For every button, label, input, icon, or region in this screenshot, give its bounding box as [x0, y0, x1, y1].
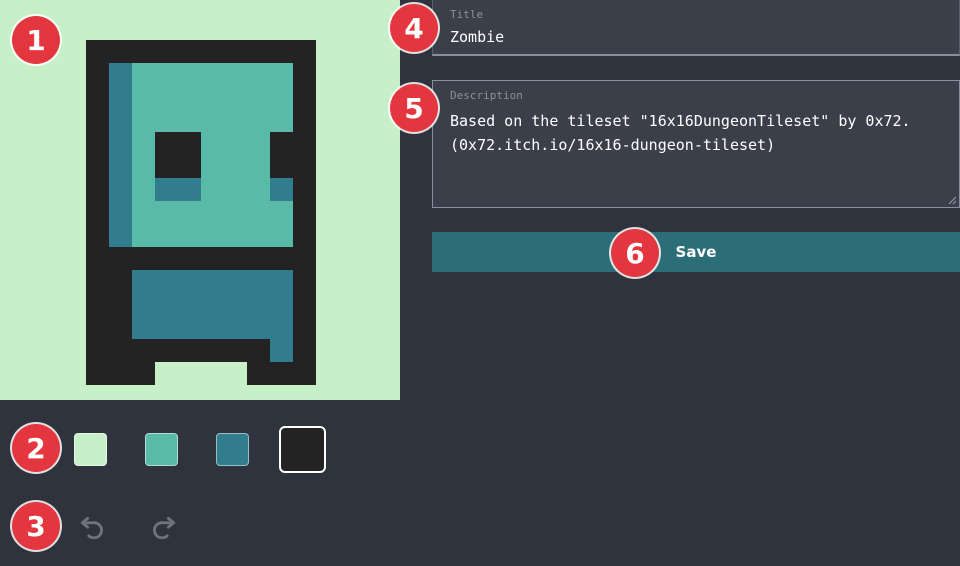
marker-3: 3 [12, 502, 60, 550]
title-input[interactable]: Zombie [450, 28, 504, 46]
marker-2: 2 [12, 424, 60, 472]
marker-5: 5 [390, 84, 438, 132]
description-textarea[interactable]: Based on the tileset "16x16DungeonTilese… [450, 109, 945, 157]
redo-icon [153, 517, 176, 539]
marker-4: 4 [390, 4, 438, 52]
palette-swatch-2[interactable] [145, 432, 178, 466]
zombie-sprite [86, 40, 316, 385]
color-palette [74, 424, 364, 474]
marker-6: 6 [611, 229, 659, 277]
undo-button[interactable] [76, 510, 108, 542]
marker-1: 1 [12, 16, 60, 64]
palette-swatch-4-selected[interactable] [279, 425, 326, 473]
palette-swatch-3[interactable] [216, 432, 249, 466]
history-controls [76, 510, 220, 542]
undo-icon [80, 517, 103, 539]
save-button[interactable]: Save [432, 232, 960, 272]
redo-button[interactable] [148, 510, 180, 542]
title-field[interactable]: Title Zombie [432, 0, 960, 56]
sprite-editor: Title Zombie Description Based on the ti… [0, 0, 960, 566]
title-label: Title [450, 8, 484, 21]
description-label: Description [450, 89, 523, 102]
resize-grip-icon[interactable] [947, 195, 957, 205]
pixel-canvas[interactable] [0, 0, 400, 400]
palette-swatch-1[interactable] [74, 432, 107, 466]
description-field[interactable]: Description Based on the tileset "16x16D… [432, 80, 960, 208]
